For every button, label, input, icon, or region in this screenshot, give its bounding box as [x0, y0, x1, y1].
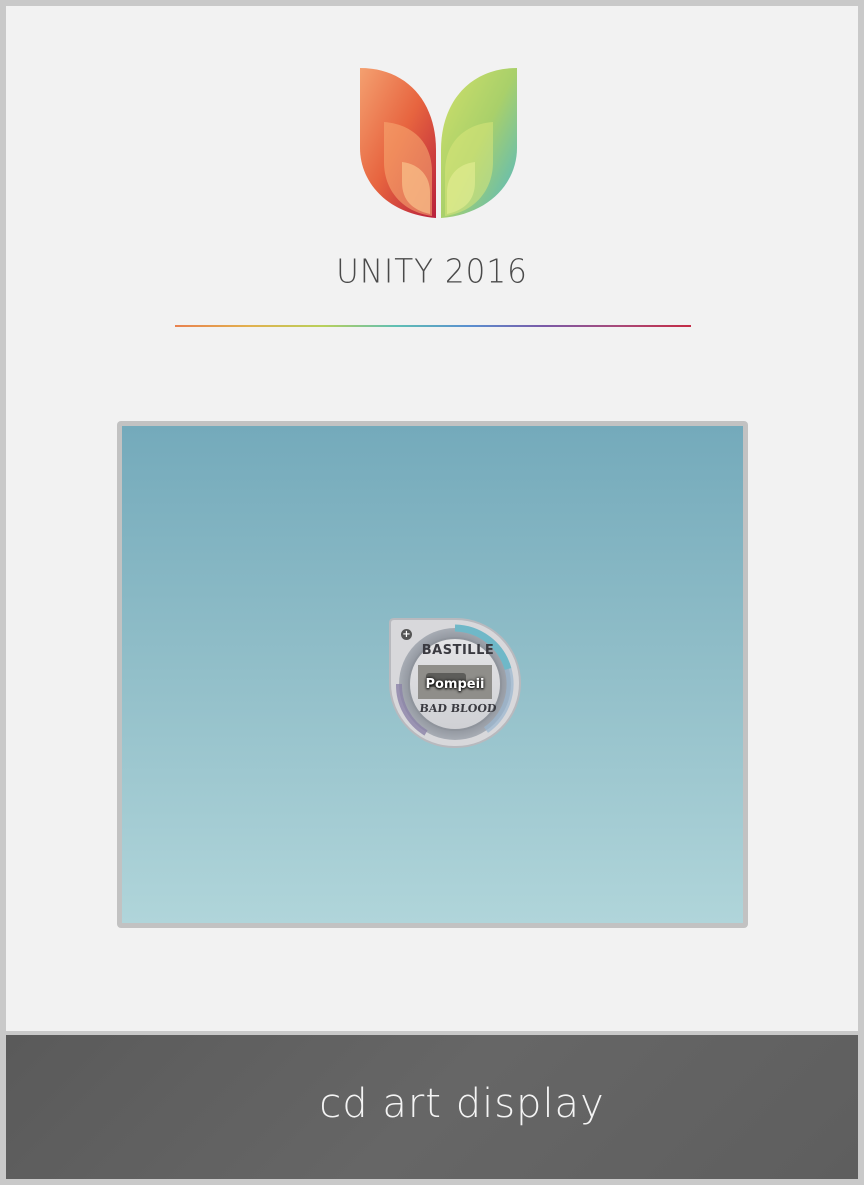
footer-banner: cd art display [6, 1031, 858, 1179]
rainbow-divider [175, 325, 691, 327]
album-artist: BASTILLE [421, 643, 495, 658]
unity-logo-icon [360, 68, 517, 218]
plus-icon[interactable]: + [401, 629, 412, 640]
cd-art-widget[interactable]: + BASTILLE Pompeii BAD BLOOD [386, 615, 524, 753]
album-title: BAD BLOOD [418, 702, 498, 715]
page-title: UNITY 2016 [336, 253, 528, 291]
page: UNITY 2016 + BASTILLE Pompeii BAD BLOOD … [6, 6, 858, 1179]
desktop-preview: + BASTILLE Pompeii BAD BLOOD [117, 421, 748, 928]
footer-label: cd art display [319, 1081, 605, 1127]
track-title: Pompeii [425, 677, 485, 692]
desktop-wallpaper: + BASTILLE Pompeii BAD BLOOD [122, 426, 743, 923]
